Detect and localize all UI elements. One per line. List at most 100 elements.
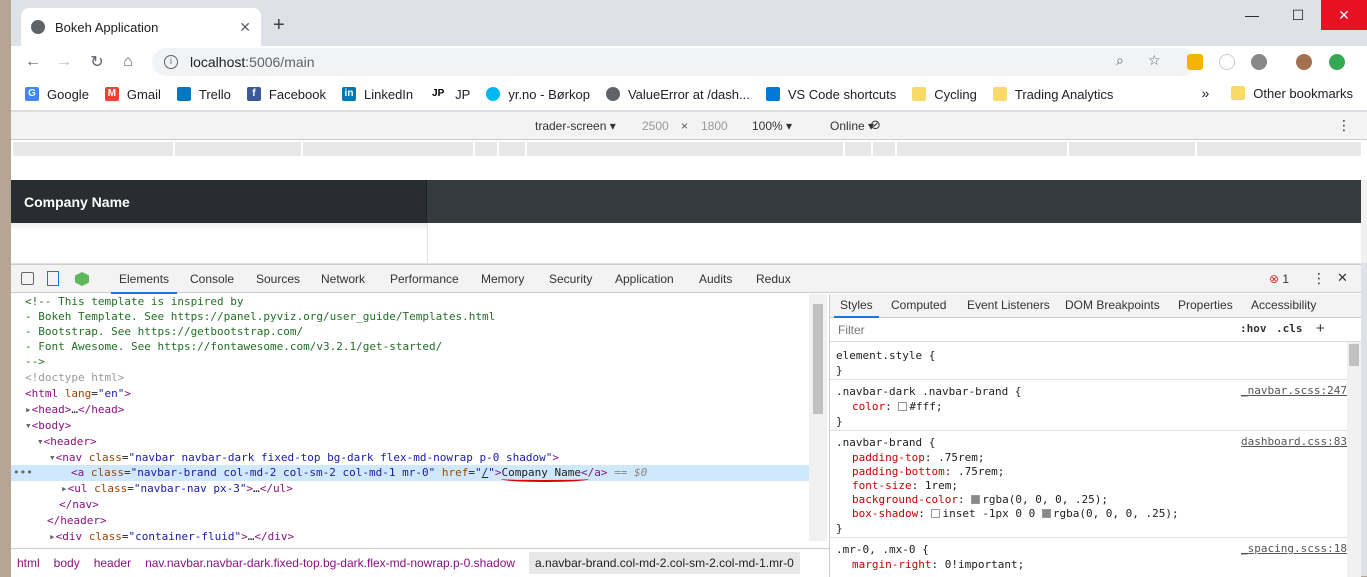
device-width-input[interactable]: 2500 <box>642 119 669 133</box>
header-node[interactable]: ▾<header> <box>37 434 97 450</box>
navbar: Company Name <box>11 180 1361 223</box>
tab-computed[interactable]: Computed <box>891 298 946 312</box>
node-actions-icon[interactable]: ••• <box>13 465 33 481</box>
back-icon[interactable]: ← <box>22 51 44 73</box>
extension-icon[interactable] <box>1187 54 1203 70</box>
rule-source-link[interactable]: dashboard.css:83 <box>1241 435 1347 448</box>
devtools-close-icon[interactable]: ✕ <box>1337 270 1348 286</box>
more-options-icon[interactable]: ⋮ <box>1337 117 1351 134</box>
body-node[interactable]: ▾<body> <box>25 418 71 434</box>
head-node[interactable]: ▸<head>…</head> <box>25 402 124 418</box>
bookmark-valueerror[interactable]: ValueError at /dash... <box>605 87 750 102</box>
tab-network[interactable]: Network <box>321 272 365 286</box>
rule-source-link[interactable]: _navbar.scss:247 <box>1241 384 1347 397</box>
elements-scrollbar[interactable] <box>809 294 827 541</box>
css-declaration[interactable]: box-shadow: inset -1px 0 0 rgba(0, 0, 0,… <box>852 506 1179 521</box>
extension-icon[interactable] <box>1219 54 1235 70</box>
tab-console[interactable]: Console <box>190 272 234 286</box>
navbar-brand[interactable]: Company Name <box>11 180 427 223</box>
breadcrumb-body[interactable]: body <box>54 556 80 570</box>
bookmark-google[interactable]: G Google <box>25 87 89 102</box>
other-bookmarks[interactable]: Other bookmarks <box>1231 86 1353 101</box>
ul-node[interactable]: ▸<ul class="navbar-nav px-3">…</ul> <box>61 481 293 497</box>
tab-redux[interactable]: Redux <box>756 272 791 286</box>
css-declaration[interactable]: padding-top: .75rem; <box>852 450 984 465</box>
bookmark-facebook[interactable]: f Facebook <box>246 87 326 102</box>
tab-elements[interactable]: Elements <box>110 272 178 294</box>
tab-sources[interactable]: Sources <box>256 272 300 286</box>
bookmark-jp[interactable]: JP JP <box>429 87 470 102</box>
tab-performance[interactable]: Performance <box>390 272 459 286</box>
breadcrumb-html[interactable]: html <box>17 556 40 570</box>
tab-memory[interactable]: Memory <box>481 272 524 286</box>
more-bookmarks-button[interactable]: » <box>1202 85 1210 101</box>
update-icon[interactable] <box>1329 54 1345 70</box>
error-badge[interactable]: ⊗ 1 <box>1269 272 1289 286</box>
css-declaration[interactable]: padding-bottom: .75rem; <box>852 464 1004 479</box>
device-height-input[interactable]: 1800 <box>701 119 728 133</box>
dimension-separator: × <box>681 119 689 133</box>
close-tab-icon[interactable]: ✕ <box>239 19 251 36</box>
tab-properties[interactable]: Properties <box>1178 298 1233 312</box>
forward-icon[interactable]: → <box>53 51 75 73</box>
styles-filter-input[interactable]: Filter <box>838 323 865 337</box>
css-declaration[interactable]: background-color: rgba(0, 0, 0, .25); <box>852 492 1108 507</box>
star-icon[interactable]: ☆ <box>1148 52 1161 69</box>
header-close: </header> <box>47 514 107 527</box>
bookmark-yr[interactable]: yr.no - Børkop <box>486 87 590 102</box>
styles-filter-bar: Filter :hov .cls + <box>830 318 1361 342</box>
zoom-select[interactable]: 100% ▾ <box>752 119 792 133</box>
network-select[interactable]: Online ▾ <box>830 119 874 133</box>
rotate-icon[interactable]: ⊘ <box>870 117 881 133</box>
container-node[interactable]: ▸<div class="container-fluid">…</div> <box>49 529 294 545</box>
css-declaration[interactable]: font-size: 1rem; <box>852 478 958 493</box>
dom-comment-line: - Bokeh Template. See https://panel.pyvi… <box>25 310 496 323</box>
tab-application[interactable]: Application <box>615 272 674 286</box>
hov-toggle[interactable]: :hov <box>1240 322 1267 335</box>
device-select[interactable]: trader-screen ▾ <box>535 119 616 133</box>
new-rule-icon[interactable]: + <box>1316 320 1325 337</box>
bookmarks-bar: G Google M Gmail Trello f Facebook in Linked… <box>11 78 1367 111</box>
home-icon[interactable]: ⌂ <box>117 51 139 73</box>
maximize-button[interactable]: ☐ <box>1275 0 1321 30</box>
tab-styles[interactable]: Styles <box>834 298 879 318</box>
reload-icon[interactable]: ↻ <box>86 51 108 73</box>
css-declaration[interactable]: color: #fff; <box>852 399 943 414</box>
zoom-icon[interactable]: ⌕ <box>1116 52 1124 69</box>
page-scrollbar[interactable] <box>1361 180 1367 263</box>
bookmark-trading[interactable]: Trading Analytics <box>992 87 1113 102</box>
breadcrumb-anchor[interactable]: a.navbar-brand.col-md-2.col-sm-2.col-md-… <box>529 552 800 574</box>
html-node[interactable]: <html lang="en"> <box>25 386 131 402</box>
globe-icon <box>31 20 45 34</box>
breadcrumb-header[interactable]: header <box>94 556 131 570</box>
avatar[interactable] <box>1296 54 1312 70</box>
tab-dom-breakpoints[interactable]: DOM Breakpoints <box>1065 298 1160 312</box>
extension-icon[interactable] <box>1251 54 1267 70</box>
info-icon[interactable]: i <box>164 55 178 69</box>
cls-toggle[interactable]: .cls <box>1276 322 1303 335</box>
bookmark-cycling[interactable]: Cycling <box>912 87 977 102</box>
styles-scrollbar[interactable] <box>1347 342 1361 577</box>
extension-icon[interactable] <box>75 272 89 286</box>
minimize-button[interactable]: — <box>1229 0 1275 30</box>
tab-accessibility[interactable]: Accessibility <box>1251 298 1316 312</box>
bookmark-linkedin[interactable]: in LinkedIn <box>342 87 413 102</box>
close-window-button[interactable]: ✕ <box>1321 0 1367 30</box>
tab-audits[interactable]: Audits <box>699 272 732 286</box>
bookmark-trello[interactable]: Trello <box>176 87 231 102</box>
browser-tab[interactable]: Bokeh Application ✕ <box>21 8 261 46</box>
tab-security[interactable]: Security <box>549 272 592 286</box>
bookmark-gmail[interactable]: M Gmail <box>104 87 161 102</box>
rule-source-link[interactable]: _spacing.scss:18 <box>1241 542 1347 555</box>
nav-node[interactable]: ▾<nav class="navbar navbar-dark fixed-to… <box>49 450 559 466</box>
css-declaration[interactable]: margin-right: 0!important; <box>852 557 1024 572</box>
devtools-menu-icon[interactable]: ⋮ <box>1312 270 1326 287</box>
breadcrumb-nav[interactable]: nav.navbar.navbar-dark.fixed-top.bg-dark… <box>145 556 515 570</box>
inspect-icon[interactable] <box>21 272 34 285</box>
bookmark-vscode[interactable]: VS Code shortcuts <box>765 87 896 102</box>
device-toggle-icon[interactable] <box>47 271 59 286</box>
address-bar[interactable]: i localhost:5006/main <box>152 48 1196 76</box>
tab-event-listeners[interactable]: Event Listeners <box>967 298 1050 312</box>
new-tab-button[interactable]: + <box>273 14 285 37</box>
elements-tree[interactable]: ••• <!-- This template is inspired by - … <box>11 294 809 548</box>
